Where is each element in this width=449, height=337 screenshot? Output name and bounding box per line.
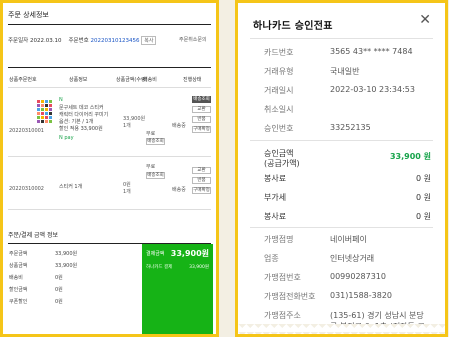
order-number: 20220310123456 [90, 38, 140, 44]
merchant-number-value: 00990287310 [330, 272, 386, 281]
row-divider [8, 209, 211, 210]
order-detail-panel: 주문 상세정보 주문일자 2022.03.10 주문번호 20220310123… [0, 0, 219, 337]
item1-name-line1[interactable]: 문구세트 데코 스티커 [59, 104, 104, 111]
item1-return-button[interactable]: 반품 [192, 116, 211, 123]
tip-label: 봉사료 [264, 212, 287, 221]
merchant-address-value: (135-61) 경기 성남시 분당 [330, 311, 424, 320]
order-info-line: 주문일자 2022.03.10 주문번호 20220310123456 복사 주… [8, 36, 207, 45]
item1-name-line2[interactable]: 캐릭터 다이어리 꾸미기 [59, 111, 108, 118]
trade-type-label: 거래유형 [264, 67, 294, 76]
payment-total-amount: 33,900원 [170, 249, 209, 258]
sum-label: 상품금액 [9, 263, 28, 269]
receipt-title: 하나카드 승인전표 [253, 21, 333, 32]
card-number-label: 카드번호 [264, 48, 294, 57]
card-receipt-panel: 하나카드 승인전표 ✕ 카드번호 3565 43** **** 7484 거래유… [235, 0, 448, 337]
item2-status: 배송중 [172, 187, 186, 193]
item2-price: 0원 [123, 182, 131, 188]
business-type-label: 업종 [264, 254, 279, 263]
item1-price-note: 할인 적용 33,900원 [59, 126, 103, 132]
payment-summary-title: 주문/결제 금액 정보 [8, 232, 58, 239]
payment-total-box: 결제금액 33,900원 하나카드 결제 33,900원 [142, 244, 213, 334]
item1-option: 옵션: 기본 / 1개 [59, 119, 94, 125]
sum-label: 쿠폰할인 [9, 299, 28, 305]
item1-shipping: 무료 [146, 131, 156, 137]
sum-label: 배송비 [9, 275, 23, 281]
order-date-label: 주문일자 [8, 38, 29, 44]
order-date: 2022.03.10 [30, 38, 62, 44]
order-no-label: 주문번호 [68, 38, 89, 44]
merchant-address-label: 가맹점주소 [264, 311, 301, 320]
item1-order-no: 20220310001 [9, 128, 44, 134]
sum-label: 주문금액 [9, 251, 28, 257]
item1-price: 33,900원 [123, 116, 146, 122]
item1-confirm-button[interactable]: 구매확정 [192, 126, 211, 133]
receipt-rule [250, 140, 433, 141]
header-shipping: 배송비 [143, 77, 157, 83]
payment-total-label: 결제금액 [146, 251, 165, 257]
receipt-rule [250, 227, 433, 228]
item2-return-button[interactable]: 반품 [192, 177, 211, 184]
screenshot-stage: 주문 상세정보 주문일자 2022.03.10 주문번호 20220310123… [0, 0, 449, 337]
merchant-phone-label: 가맹점전화번호 [264, 292, 316, 301]
card-number-value: 3565 43** **** 7484 [330, 47, 413, 56]
vat-value: 0 원 [416, 193, 431, 202]
sum-value: 33,900원 [55, 251, 78, 257]
row-divider [8, 156, 211, 157]
order-cancel-inquiry-link[interactable]: 주문취소문의 [179, 36, 207, 43]
item2-track-button[interactable]: 배송조회 [146, 172, 165, 179]
payment-method-amount: 33,900원 [189, 265, 209, 270]
header-status: 진행상태 [183, 77, 202, 83]
receipt-torn-edge [238, 324, 445, 334]
product-thumbnail[interactable] [37, 100, 54, 126]
vat-label: 부가세 [264, 193, 287, 202]
trade-datetime-value: 2022-03-10 23:34:53 [330, 85, 415, 94]
supply-amount-label: (공급가액) [264, 159, 300, 168]
item1-exchange-button[interactable]: 교환 [192, 106, 211, 113]
merchant-name-value: 네이버페이 [330, 235, 367, 244]
item1-track-shipping-button[interactable]: 배송조회 [192, 96, 211, 103]
trade-datetime-label: 거래일시 [264, 86, 294, 95]
cancel-datetime-label: 취소일시 [264, 105, 294, 114]
item2-name[interactable]: 스티커 1개 [59, 183, 82, 190]
sum-label: 할인금액 [9, 287, 28, 293]
approval-number-value: 33252135 [330, 123, 371, 132]
item1-badge: N [59, 97, 63, 103]
receipt-header-rule [250, 38, 433, 39]
item2-order-no: 20220310002 [9, 186, 44, 192]
table-top-rule [8, 67, 211, 68]
item2-qty: 1개 [123, 189, 131, 195]
item2-exchange-button[interactable]: 교환 [192, 167, 211, 174]
approved-amount-value: 33,900 원 [389, 152, 431, 161]
trade-type-value: 국내일반 [330, 67, 360, 76]
service-fee-label: 봉사료 [264, 174, 287, 183]
item1-status: 배송중 [172, 123, 186, 129]
sum-value: 0원 [55, 299, 63, 305]
merchant-name-label: 가맹점명 [264, 235, 294, 244]
sum-value: 0원 [55, 287, 63, 293]
item2-shipping: 무료 [146, 164, 156, 170]
approval-number-label: 승인번호 [264, 124, 294, 133]
merchant-number-label: 가맹점번호 [264, 273, 301, 282]
merchant-phone-value: 031)1588-3820 [330, 291, 392, 300]
item1-npay-mark: N pay [59, 135, 74, 141]
close-icon[interactable]: ✕ [419, 13, 431, 27]
divider [8, 24, 211, 25]
sum-value: 0원 [55, 275, 63, 281]
header-product: 상품정보 [69, 77, 88, 83]
order-detail-title: 주문 상세정보 [8, 11, 49, 19]
item2-confirm-button[interactable]: 구매확정 [192, 187, 211, 194]
header-order-no: 상품주문번호 [9, 77, 37, 83]
copy-button[interactable]: 복사 [141, 36, 157, 45]
service-fee-value: 0 원 [416, 174, 431, 183]
business-type-value: 인터넷상거래 [330, 254, 375, 263]
header-rule [8, 87, 211, 88]
item1-qty: 1개 [123, 123, 131, 129]
item1-track-button[interactable]: 배송조회 [146, 138, 165, 145]
payment-method-label[interactable]: 하나카드 결제 [146, 264, 172, 270]
tip-value: 0 원 [416, 212, 431, 221]
sum-value: 33,900원 [55, 263, 78, 269]
